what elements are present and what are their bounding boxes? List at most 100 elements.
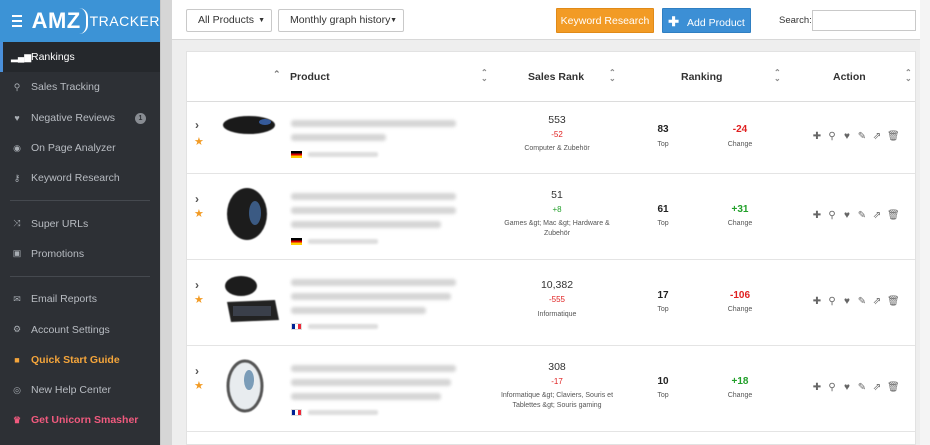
add-product-button[interactable]: ✚ Add Product	[662, 8, 751, 33]
sidebar-item-quick-start-guide[interactable]: ■ Quick Start Guide	[0, 345, 160, 375]
sidebar-item-label: Keyword Research	[31, 172, 120, 185]
search-input[interactable]	[812, 10, 916, 31]
sidebar-item-label: Email Reports	[31, 293, 97, 306]
sidebar-item-negative-reviews[interactable]: ♥ Negative Reviews 1	[0, 103, 160, 133]
page-scrollbar[interactable]	[920, 0, 930, 445]
notification-badge: 1	[135, 112, 146, 124]
graph-history-value: Monthly graph history	[290, 14, 391, 26]
trash-icon[interactable]: 🗑	[887, 382, 900, 393]
product-title[interactable]	[291, 120, 466, 148]
expand-row-icon[interactable]: ›	[195, 278, 199, 292]
eye-icon: ◉	[13, 142, 21, 153]
product-title[interactable]	[291, 279, 466, 321]
product-image	[227, 188, 267, 240]
heart-icon[interactable]: ♥	[842, 382, 852, 393]
sort-icon[interactable]: ⌃ ⌄	[481, 69, 488, 83]
product-asin	[308, 410, 378, 415]
trash-icon[interactable]: 🗑	[887, 210, 900, 221]
edit-icon[interactable]: ✎	[857, 210, 867, 221]
hamburger-menu-icon[interactable]	[12, 15, 22, 27]
keyword-research-button[interactable]: Keyword Research	[556, 8, 654, 33]
sidebar-item-keyword-research[interactable]: ⚷ Keyword Research	[0, 163, 160, 193]
star-icon[interactable]: ★	[194, 135, 204, 148]
sidebar-scrollbar[interactable]	[160, 0, 172, 445]
add-icon[interactable]: ✚	[812, 210, 822, 221]
flag-fr-icon	[291, 323, 302, 330]
external-link-icon[interactable]: ⇗	[872, 382, 882, 393]
sidebar: AMZ TRACKER ▂▄▆ Rankings ⚲ Sales Trackin…	[0, 0, 160, 445]
search-icon[interactable]: ⚲	[827, 131, 837, 142]
external-link-icon[interactable]: ⇗	[872, 210, 882, 221]
product-title[interactable]	[291, 193, 466, 235]
column-action[interactable]: Action	[833, 71, 866, 83]
sidebar-item-super-urls[interactable]: ⤨ Super URLs	[0, 208, 160, 238]
column-product[interactable]: Product	[290, 71, 330, 83]
table-row: › ★ 553 -52 Computer & Zubehör 83 Top -2…	[187, 102, 915, 174]
expand-row-icon[interactable]: ›	[195, 118, 199, 132]
sidebar-item-rankings[interactable]: ▂▄▆ Rankings	[0, 42, 160, 73]
trash-icon[interactable]: 🗑	[887, 296, 900, 307]
product-image	[219, 440, 279, 445]
toolbar: All Products ▼ Monthly graph history ▼ K…	[172, 0, 930, 40]
product-image	[223, 116, 275, 134]
product-filter-value: All Products	[198, 14, 255, 26]
row-actions: ✚ ⚲ ♥ ✎ ⇗ 🗑	[812, 296, 900, 307]
star-icon[interactable]: ★	[194, 379, 204, 392]
expand-row-icon[interactable]: ›	[195, 364, 199, 378]
envelope-icon: ✉	[13, 293, 21, 304]
sales-rank-value: 553	[548, 114, 566, 126]
external-link-icon[interactable]: ⇗	[872, 131, 882, 142]
column-ranking[interactable]: Ranking	[681, 71, 722, 83]
add-icon[interactable]: ✚	[812, 296, 822, 307]
sidebar-item-label: Negative Reviews	[31, 111, 116, 124]
product-filter-select[interactable]: All Products ▼	[186, 9, 272, 32]
heart-icon[interactable]: ♥	[842, 210, 852, 221]
flag-de-icon	[291, 238, 302, 245]
sidebar-item-account-settings[interactable]: ⚙ Account Settings	[0, 314, 160, 344]
sidebar-item-on-page-analyzer[interactable]: ◉ On Page Analyzer	[0, 133, 160, 163]
gear-icon: ⚙	[12, 324, 22, 335]
product-image	[225, 276, 279, 322]
sort-icon[interactable]: ⌃ ⌄	[774, 69, 781, 83]
row-actions: ✚ ⚲ ♥ ✎ ⇗ 🗑	[812, 382, 900, 393]
sidebar-item-unicorn-smasher[interactable]: ♛ Get Unicorn Smasher	[0, 405, 160, 435]
shuffle-icon: ⤨	[13, 218, 21, 229]
edit-icon[interactable]: ✎	[857, 382, 867, 393]
table-row: › ★ 308 -17 Informatique &gt; Claviers, …	[187, 346, 915, 432]
add-icon[interactable]: ✚	[812, 382, 822, 393]
star-icon[interactable]: ★	[194, 293, 204, 306]
graph-history-select[interactable]: Monthly graph history ▼	[278, 9, 404, 32]
key-icon: ⚷	[13, 172, 21, 183]
sidebar-nav: ▂▄▆ Rankings ⚲ Sales Tracking ♥ Negative…	[0, 42, 160, 436]
sidebar-item-new-help-center[interactable]: ◎ New Help Center	[0, 375, 160, 405]
expand-row-icon[interactable]: ›	[195, 192, 199, 206]
table-row	[187, 432, 915, 445]
sidebar-item-label: Promotions	[31, 247, 85, 260]
external-link-icon[interactable]: ⇗	[872, 296, 882, 307]
product-title[interactable]	[291, 365, 466, 407]
sort-icon[interactable]: ⌃ ⌄	[905, 69, 912, 83]
edit-icon[interactable]: ✎	[857, 131, 867, 142]
sidebar-item-promotions[interactable]: ▣ Promotions	[0, 239, 160, 269]
heart-icon[interactable]: ♥	[842, 131, 852, 142]
search-icon[interactable]: ⚲	[827, 382, 837, 393]
search-icon[interactable]: ⚲	[827, 210, 837, 221]
star-icon[interactable]: ★	[194, 207, 204, 220]
chevron-down-icon: ▼	[390, 17, 397, 24]
column-sales-rank[interactable]: Sales Rank	[528, 71, 584, 83]
sidebar-item-label: Account Settings	[31, 323, 110, 336]
add-icon[interactable]: ✚	[812, 131, 822, 142]
search-icon[interactable]: ⚲	[827, 296, 837, 307]
sidebar-divider	[10, 276, 150, 278]
sales-rank-delta: -52	[551, 130, 563, 139]
sidebar-item-label: Sales Tracking	[31, 81, 100, 94]
trash-icon[interactable]: 🗑	[887, 131, 900, 142]
edit-icon[interactable]: ✎	[857, 296, 867, 307]
top-rank-value: 83	[657, 124, 669, 135]
flag-fr-icon	[291, 409, 302, 416]
sidebar-item-sales-tracking[interactable]: ⚲ Sales Tracking	[0, 72, 160, 102]
sidebar-item-email-reports[interactable]: ✉ Email Reports	[0, 284, 160, 314]
sort-icon[interactable]: ⌃ ⌄	[609, 69, 616, 83]
sort-asc-icon[interactable]: ⌃	[273, 69, 281, 80]
heart-icon[interactable]: ♥	[842, 296, 852, 307]
